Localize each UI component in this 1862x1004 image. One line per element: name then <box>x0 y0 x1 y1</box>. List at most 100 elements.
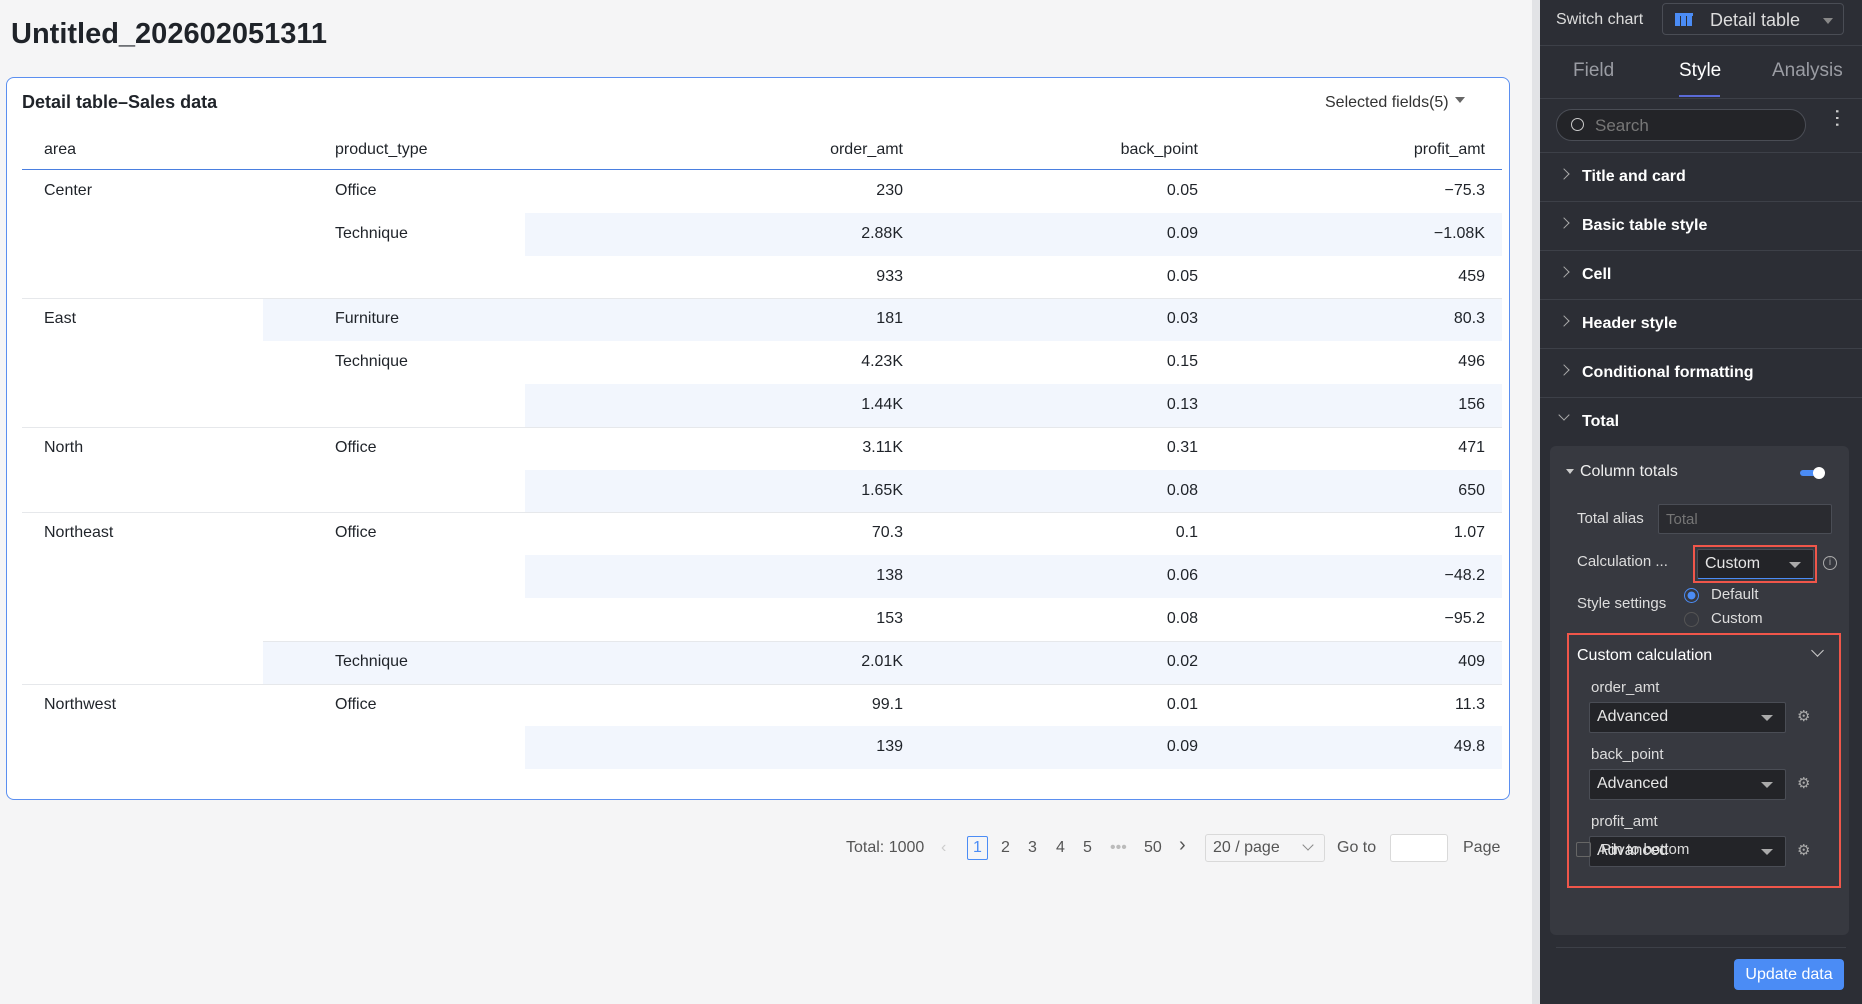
row-stripe <box>525 726 1502 770</box>
table-row[interactable]: 139 0.09 49.8 <box>22 726 1502 770</box>
cell-back-point: 0.08 <box>1166 481 1198 499</box>
cell-order-amt: 1.65K <box>861 481 903 499</box>
cell-profit-amt: 496 <box>1458 353 1485 371</box>
update-data-button[interactable]: Update data <box>1734 959 1844 990</box>
calculation-select[interactable]: Custom <box>1697 549 1814 579</box>
column-totals-toggle[interactable] <box>1800 467 1825 479</box>
prev-page-icon[interactable]: ‹ <box>941 837 946 859</box>
tab-field[interactable]: Field <box>1573 60 1614 82</box>
header-profit-amt[interactable]: profit_amt <box>1414 130 1485 170</box>
total-alias-label: Total alias <box>1577 510 1644 527</box>
panel-resize-handle[interactable] <box>1532 0 1540 1004</box>
page-link[interactable]: 5 <box>1083 837 1092 859</box>
cell-product-type: Technique <box>335 652 408 670</box>
search-input[interactable]: Search <box>1556 109 1806 141</box>
cell-profit-amt: 650 <box>1458 481 1485 499</box>
chevron-right-icon <box>1558 266 1570 278</box>
table-row[interactable]: 1.65K 0.08 650 <box>22 469 1502 513</box>
page-current[interactable]: 1 <box>967 836 988 860</box>
gear-icon[interactable]: ⚙ <box>1797 841 1810 859</box>
page-link[interactable]: 4 <box>1056 837 1065 859</box>
section-basic-table-style[interactable]: Basic table style <box>1540 202 1862 251</box>
cell-product-type: Technique <box>335 224 408 242</box>
page-ellipsis[interactable]: ••• <box>1110 837 1127 859</box>
tab-analysis[interactable]: Analysis <box>1772 60 1843 82</box>
cell-order-amt: 4.23K <box>861 353 903 371</box>
header-product-type[interactable]: product_type <box>335 130 428 170</box>
table-row[interactable]: East Furniture 181 0.03 80.3 <box>22 298 1502 342</box>
header-order-amt[interactable]: order_amt <box>830 130 903 170</box>
more-options-icon[interactable]: ⋯ <box>1825 108 1849 128</box>
table-row[interactable]: Center Office 230 0.05 −75.3 <box>22 170 1502 213</box>
page-link[interactable]: 2 <box>1001 837 1010 859</box>
section-label: Header style <box>1582 315 1678 332</box>
goto-label: Go to <box>1337 839 1377 856</box>
calc-method-select[interactable]: Advanced <box>1589 702 1786 733</box>
gear-icon[interactable]: ⚙ <box>1797 707 1810 725</box>
radio-custom[interactable] <box>1684 612 1699 627</box>
chart-type-select[interactable]: Detail table <box>1662 3 1844 35</box>
pin-to-bottom-checkbox[interactable] <box>1576 842 1591 857</box>
table-row[interactable]: 138 0.06 −48.2 <box>22 555 1502 599</box>
table-row[interactable]: Technique 2.01K 0.02 409 <box>22 640 1502 684</box>
cell-area: Northeast <box>44 524 114 542</box>
cell-profit-amt: 409 <box>1458 652 1485 670</box>
group-divider <box>22 512 1502 514</box>
radio-default[interactable] <box>1684 588 1699 603</box>
tab-style[interactable]: Style <box>1679 60 1721 82</box>
settings-panel: Switch chart Detail table Field Style An… <box>1540 0 1862 1004</box>
table-card: Detail table–Sales data Selected fields(… <box>6 77 1510 862</box>
gear-icon[interactable]: ⚙ <box>1797 774 1810 792</box>
row-stripe <box>525 384 1502 427</box>
cell-order-amt: 2.01K <box>861 652 903 670</box>
calculation-value: Custom <box>1705 555 1761 572</box>
row-stripe <box>525 469 1502 513</box>
caret-down-icon <box>1761 782 1773 788</box>
pin-to-bottom-label: Pin to bottom <box>1601 841 1690 858</box>
page-size-select[interactable]: 20 / page <box>1205 834 1325 862</box>
cell-order-amt: 933 <box>876 267 903 285</box>
calc-method-value: Advanced <box>1597 708 1669 725</box>
selected-fields-dropdown[interactable]: Selected fields(5) <box>1325 94 1465 112</box>
info-icon[interactable]: i <box>1823 556 1837 570</box>
page-link[interactable]: 50 <box>1144 837 1162 859</box>
table-row[interactable]: North Office 3.11K 0.31 471 <box>22 426 1502 470</box>
calc-method-select[interactable]: Advanced <box>1589 769 1786 800</box>
cell-product-type: Office <box>335 438 377 456</box>
next-page-icon[interactable]: › <box>1179 834 1186 856</box>
group-divider <box>22 298 1502 300</box>
chevron-right-icon <box>1558 315 1570 327</box>
cell-profit-amt: 156 <box>1458 396 1485 413</box>
section-conditional-formatting[interactable]: Conditional formatting <box>1540 349 1862 398</box>
cell-profit-amt: −75.3 <box>1444 182 1485 199</box>
chevron-down-icon[interactable] <box>1811 644 1824 657</box>
total-alias-input[interactable] <box>1658 504 1832 534</box>
table-row[interactable]: Northwest Office 99.1 0.01 11.3 <box>22 683 1502 727</box>
table-row[interactable]: Northeast Office 70.3 0.1 1.07 <box>22 512 1502 555</box>
cell-order-amt: 138 <box>876 567 903 585</box>
table-row[interactable]: 933 0.05 459 <box>22 256 1502 299</box>
section-label: Cell <box>1582 266 1612 283</box>
table-row[interactable]: Technique 2.88K 0.09 −1.08K <box>22 212 1502 256</box>
cell-product-type: Office <box>335 182 377 199</box>
table-row[interactable]: 1.44K 0.13 156 <box>22 384 1502 427</box>
cell-area: Northwest <box>44 695 117 713</box>
section-header-style[interactable]: Header style <box>1540 300 1862 349</box>
table-row[interactable]: Technique 4.23K 0.15 496 <box>22 341 1502 384</box>
active-tab-indicator <box>1679 95 1720 97</box>
style-settings-label: Style settings <box>1577 595 1667 612</box>
cell-back-point: 0.05 <box>1166 267 1198 285</box>
cell-order-amt: 70.3 <box>871 524 903 542</box>
section-cell[interactable]: Cell <box>1540 251 1862 300</box>
section-title-and-card[interactable]: Title and card <box>1540 153 1862 202</box>
header-back-point[interactable]: back_point <box>1121 130 1198 170</box>
total-count: Total: 1000 <box>846 839 925 856</box>
total-settings-box: Column totals Total alias Calculation ..… <box>1550 446 1849 935</box>
page-link[interactable]: 3 <box>1028 837 1037 859</box>
header-area[interactable]: area <box>44 130 76 170</box>
cell-area: East <box>44 310 77 328</box>
cell-back-point: 0.1 <box>1175 524 1198 542</box>
section-total[interactable]: Total <box>1540 398 1862 447</box>
table-row[interactable]: 153 0.08 −95.2 <box>22 598 1502 641</box>
goto-page-input[interactable] <box>1390 834 1448 862</box>
